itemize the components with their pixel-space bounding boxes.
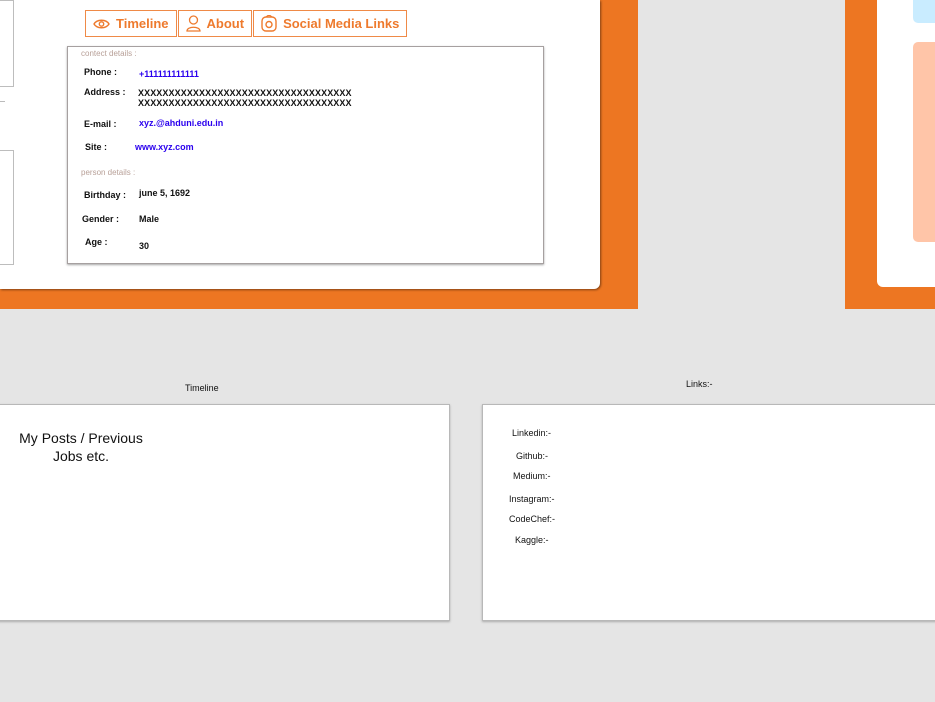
address-line-2: XXXXXXXXXXXXXXXXXXXXXXXXXXXXXXXXXXX (138, 98, 352, 108)
phone-value: +111111111111 (139, 69, 199, 79)
tab-label: About (206, 16, 245, 31)
person-section-label: person details : (81, 168, 136, 177)
gender-label: Gender : (82, 214, 120, 224)
site-label: Site : (85, 142, 108, 152)
about-details-box: contect details : Phone : +111111111111 … (67, 46, 544, 264)
tab-about[interactable]: About (177, 10, 253, 37)
instagram-icon (261, 15, 277, 32)
medium-link[interactable]: Medium:- (513, 471, 551, 481)
profile-tabs: Timeline About Social Media Links (85, 10, 408, 37)
gender-value: Male (139, 214, 160, 224)
birthday-label: Birthday : (84, 190, 127, 200)
eye-icon (93, 18, 110, 30)
email-value[interactable]: xyz.@ahduni.edu.in (139, 118, 223, 128)
user-icon (185, 15, 201, 32)
info-box-blue (913, 0, 935, 23)
links-panel: Linkedin:- Github:- Medium:- Instagram:-… (482, 404, 935, 621)
kaggle-link[interactable]: Kaggle:- (515, 535, 549, 545)
links-caption: Links:- (686, 379, 713, 389)
phone-label: Phone : (84, 67, 117, 77)
timeline-panel: My Posts / Previous Jobs etc. (0, 404, 450, 621)
github-link[interactable]: Github:- (516, 451, 548, 461)
side-panel-fragment (0, 150, 14, 265)
email-label: E-mail : (84, 119, 117, 129)
address-line-1: XXXXXXXXXXXXXXXXXXXXXXXXXXXXXXXXXXX (138, 88, 352, 98)
timeline-panel-title: My Posts / Previous Jobs etc. (19, 430, 143, 464)
address-label: Address : (84, 87, 126, 97)
linkedin-link[interactable]: Linkedin:- (512, 428, 551, 438)
age-label: Age : (85, 237, 108, 247)
divider (0, 101, 5, 102)
codechef-link[interactable]: CodeChef:- (509, 514, 555, 524)
site-link[interactable]: www.xyz.com (135, 142, 194, 152)
contact-section-label: contect details : (81, 49, 137, 58)
birthday-value: june 5, 1692 (139, 188, 191, 198)
timeline-caption: Timeline (185, 383, 219, 393)
tab-social-media-links[interactable]: Social Media Links (253, 10, 408, 37)
instagram-link[interactable]: Instagram:- (509, 494, 555, 504)
address-value: XXXXXXXXXXXXXXXXXXXXXXXXXXXXXXXXXXX XXXX… (138, 88, 352, 108)
age-value: 30 (139, 241, 150, 251)
side-panel-fragment (0, 0, 14, 87)
info-box-peach (913, 42, 935, 242)
tab-timeline[interactable]: Timeline (85, 10, 177, 37)
tab-label: Social Media Links (283, 16, 400, 31)
tab-label: Timeline (116, 16, 169, 31)
